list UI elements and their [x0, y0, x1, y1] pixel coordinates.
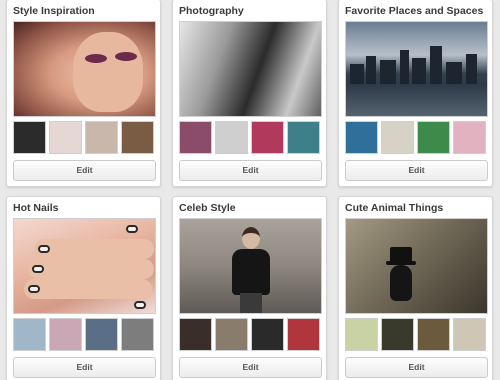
- board-thumbnail[interactable]: [381, 318, 414, 351]
- board-thumbnail[interactable]: [287, 318, 320, 351]
- board-thumbnail[interactable]: [381, 121, 414, 154]
- board-thumbnail[interactable]: [417, 318, 450, 351]
- board-thumbnail[interactable]: [49, 121, 82, 154]
- board-thumbnail[interactable]: [215, 318, 248, 351]
- board-thumbnail[interactable]: [251, 121, 284, 154]
- board-thumbnails: [13, 121, 154, 154]
- edit-button[interactable]: Edit: [345, 160, 488, 181]
- board-style-inspiration[interactable]: Style Inspiration Edit: [6, 0, 161, 187]
- edit-button[interactable]: Edit: [13, 160, 156, 181]
- edit-button[interactable]: Edit: [345, 357, 488, 378]
- board-title[interactable]: Photography: [179, 0, 320, 18]
- board-cover-image[interactable]: [345, 21, 488, 117]
- board-title[interactable]: Style Inspiration: [13, 0, 154, 18]
- edit-button[interactable]: Edit: [179, 357, 322, 378]
- board-thumbnails: [345, 121, 486, 154]
- board-thumbnail[interactable]: [85, 318, 118, 351]
- board-title[interactable]: Favorite Places and Spaces: [345, 0, 486, 18]
- board-photography[interactable]: Photography Edit: [172, 0, 327, 187]
- board-thumbnail[interactable]: [85, 121, 118, 154]
- board-thumbnails: [13, 318, 154, 351]
- board-thumbnails: [179, 121, 320, 154]
- board-title[interactable]: Celeb Style: [179, 197, 320, 215]
- board-cute-animal-things[interactable]: Cute Animal Things Edit: [338, 196, 493, 380]
- board-favorite-places[interactable]: Favorite Places and Spaces Edit: [338, 0, 493, 187]
- board-cover-image[interactable]: [13, 21, 156, 117]
- board-thumbnails: [345, 318, 486, 351]
- edit-button[interactable]: Edit: [179, 160, 322, 181]
- board-thumbnail[interactable]: [287, 121, 320, 154]
- board-thumbnail[interactable]: [453, 121, 486, 154]
- board-thumbnail[interactable]: [345, 121, 378, 154]
- board-thumbnail[interactable]: [121, 318, 154, 351]
- board-thumbnails: [179, 318, 320, 351]
- board-thumbnail[interactable]: [215, 121, 248, 154]
- board-thumbnail[interactable]: [417, 121, 450, 154]
- board-thumbnail[interactable]: [121, 121, 154, 154]
- board-thumbnail[interactable]: [179, 121, 212, 154]
- board-thumbnail[interactable]: [251, 318, 284, 351]
- board-thumbnail[interactable]: [179, 318, 212, 351]
- board-cover-image[interactable]: [179, 218, 322, 314]
- edit-button[interactable]: Edit: [13, 357, 156, 378]
- board-title[interactable]: Hot Nails: [13, 197, 154, 215]
- board-cover-image[interactable]: [345, 218, 488, 314]
- board-thumbnail[interactable]: [49, 318, 82, 351]
- board-cover-image[interactable]: [13, 218, 156, 314]
- board-hot-nails[interactable]: Hot Nails Edit: [6, 196, 161, 380]
- board-thumbnail[interactable]: [13, 121, 46, 154]
- board-thumbnail[interactable]: [345, 318, 378, 351]
- board-cover-image[interactable]: [179, 21, 322, 117]
- board-celeb-style[interactable]: Celeb Style Edit: [172, 196, 327, 380]
- board-thumbnail[interactable]: [13, 318, 46, 351]
- board-thumbnail[interactable]: [453, 318, 486, 351]
- board-title[interactable]: Cute Animal Things: [345, 197, 486, 215]
